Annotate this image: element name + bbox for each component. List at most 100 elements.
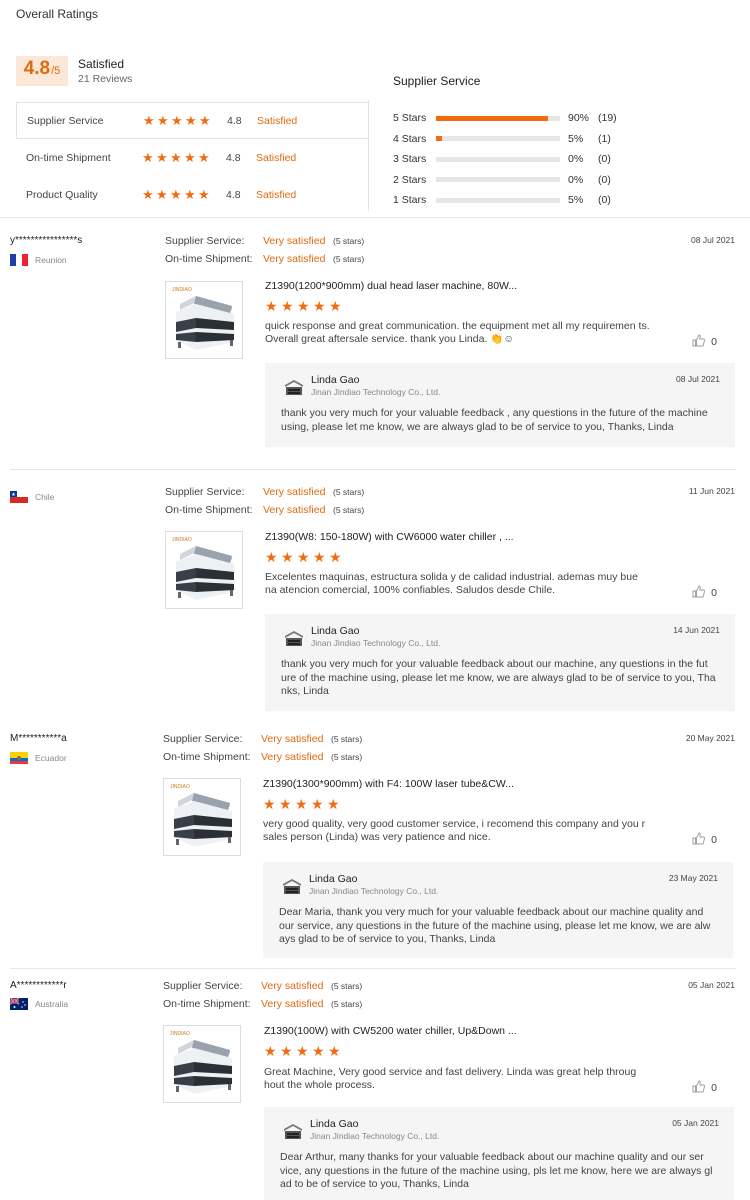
like-button[interactable]: 0 bbox=[692, 585, 717, 601]
flag-icon bbox=[10, 254, 28, 266]
rating-label: Product Quality bbox=[26, 188, 98, 201]
distribution-percent: 90% bbox=[568, 112, 590, 125]
review-item: ★ Chile Supplier Service: Very satisfied (5 … bbox=[0, 469, 750, 719]
rating-label: Supplier Service bbox=[27, 114, 104, 127]
supplier-service-rating: Supplier Service: Very satisfied (5 stars) bbox=[165, 486, 364, 498]
seller-name: Linda Gao bbox=[310, 1118, 359, 1130]
star-icon: ★ bbox=[156, 150, 168, 165]
product-thumbnail[interactable]: JINDIAO bbox=[163, 778, 241, 856]
reviewer-name: M***********a bbox=[10, 733, 67, 744]
meta-stars: (5 stars) bbox=[331, 981, 363, 991]
review-item: y****************s Reunion Supplier Servic… bbox=[0, 218, 750, 470]
supplier-service-title: Supplier Service bbox=[393, 74, 481, 88]
star-icon: ★ bbox=[328, 1043, 341, 1059]
meta-value: Very satisfied bbox=[263, 253, 326, 265]
meta-label: On-time Shipment: bbox=[165, 253, 253, 265]
meta-label: On-time Shipment: bbox=[163, 751, 251, 763]
seller-avatar-icon bbox=[283, 377, 305, 397]
star-icon: ★ bbox=[312, 1043, 325, 1059]
thumbs-up-icon bbox=[692, 334, 706, 350]
review-date: 20 May 2021 bbox=[685, 733, 735, 743]
rating-value: 4.8 bbox=[226, 151, 241, 164]
star-icon: ★ bbox=[198, 187, 210, 202]
overall-score: 4.8 bbox=[23, 58, 51, 79]
ontime-shipment-rating: On-time Shipment: Very satisfied (5 stars) bbox=[163, 998, 362, 1010]
seller-name: Linda Gao bbox=[311, 374, 360, 386]
like-button[interactable]: 0 bbox=[692, 832, 717, 848]
rating-value: 4.8 bbox=[226, 188, 241, 201]
review-date: 08 Jul 2021 bbox=[691, 235, 735, 245]
like-count: 0 bbox=[711, 834, 717, 846]
review-item: A************r Australia Supplier Service:… bbox=[0, 968, 750, 1200]
rating-status: Satisfied bbox=[257, 114, 298, 127]
overall-status: Satisfied bbox=[78, 57, 125, 71]
rating-row-ontime-shipment[interactable]: On-time Shipment ★ ★ ★ ★ ★ 4.8 Satisfied bbox=[16, 139, 368, 176]
star-icon: ★ bbox=[265, 549, 278, 565]
meta-value: Very satisfied bbox=[261, 733, 324, 745]
seller-company: Jinan Jindiao Technology Co., Ltd. bbox=[310, 1131, 440, 1141]
distribution-count: (0) bbox=[598, 153, 611, 166]
star-icon: ★ bbox=[297, 549, 310, 565]
svg-text:JINDIAO: JINDIAO bbox=[172, 287, 192, 293]
ontime-shipment-rating: On-time Shipment: Very satisfied (5 stars) bbox=[163, 751, 362, 763]
star-icon: ★ bbox=[311, 796, 324, 812]
like-count: 0 bbox=[711, 587, 717, 599]
meta-stars: (5 stars) bbox=[331, 734, 363, 744]
product-thumbnail[interactable]: JINDIAO bbox=[163, 1025, 241, 1103]
overall-score-max: /5 bbox=[51, 65, 61, 77]
product-thumbnail[interactable]: JINDIAO bbox=[165, 531, 243, 609]
product-thumbnail[interactable]: JINDIAO bbox=[165, 281, 243, 359]
distribution-bar bbox=[436, 156, 560, 162]
meta-label: Supplier Service: bbox=[163, 980, 243, 992]
distribution-count: (19) bbox=[598, 112, 617, 125]
meta-value: Very satisfied bbox=[263, 486, 326, 498]
star-icon: ★ bbox=[263, 796, 276, 812]
reply-date: 05 Jan 2021 bbox=[672, 1118, 719, 1128]
reviewer-name: y****************s bbox=[10, 235, 83, 246]
seller-avatar-icon bbox=[283, 628, 305, 648]
meta-stars: (5 stars) bbox=[333, 487, 365, 497]
thumbs-up-icon bbox=[692, 832, 706, 848]
star-icon: ★ bbox=[170, 187, 182, 202]
reply-text: Dear Maria, thank you very much for your… bbox=[279, 906, 711, 945]
review-date: 05 Jan 2021 bbox=[688, 980, 735, 990]
reviewer-country: ★ Chile bbox=[10, 491, 54, 503]
rating-row-product-quality[interactable]: Product Quality ★ ★ ★ ★ ★ 4.8 Satisfied bbox=[16, 176, 368, 213]
distribution-count: (0) bbox=[598, 173, 611, 186]
product-title-link[interactable]: Z1390(1300*900mm) with F4: 100W laser tu… bbox=[263, 778, 514, 790]
product-title-link[interactable]: Z1390(1200*900mm) dual head laser machin… bbox=[265, 280, 517, 292]
star-icon: ★ bbox=[170, 150, 182, 165]
meta-stars: (5 stars) bbox=[333, 236, 365, 246]
product-rating-stars: ★ ★ ★ ★ ★ bbox=[263, 797, 342, 812]
product-rating-stars: ★ ★ ★ ★ ★ bbox=[265, 299, 344, 314]
distribution-fill bbox=[436, 136, 443, 142]
distribution-percent: 0% bbox=[568, 153, 584, 166]
distribution-fill bbox=[436, 115, 548, 121]
reviewer-country: Australia bbox=[10, 998, 68, 1010]
distribution-row: 4 Stars 5% (1) bbox=[393, 129, 653, 150]
rating-row-supplier-service[interactable]: Supplier Service ★ ★ ★ ★ ★ 4.8 Satisfied bbox=[16, 102, 368, 139]
thumbs-up-icon bbox=[692, 1080, 706, 1096]
star-icon: ★ bbox=[295, 796, 308, 812]
star-icon: ★ bbox=[329, 549, 342, 565]
rating-stars: ★ ★ ★ ★ ★ bbox=[142, 151, 226, 164]
like-button[interactable]: 0 bbox=[692, 1080, 717, 1096]
meta-stars: (5 stars) bbox=[333, 254, 365, 264]
like-button[interactable]: 0 bbox=[692, 334, 717, 350]
meta-label: Supplier Service: bbox=[165, 235, 245, 247]
product-title-link[interactable]: Z1390(W8: 150-180W) with CW6000 water ch… bbox=[265, 531, 514, 543]
overall-score-badge: 4.8 /5 bbox=[16, 56, 68, 86]
product-title-link[interactable]: Z1390(100W) with CW5200 water chiller, U… bbox=[264, 1025, 517, 1037]
star-icon: ★ bbox=[171, 113, 183, 128]
overall-ratings-title: Overall Ratings bbox=[16, 7, 99, 21]
svg-text:JINDIAO: JINDIAO bbox=[172, 537, 192, 543]
product-rating-stars: ★ ★ ★ ★ ★ bbox=[265, 550, 344, 565]
star-icon: ★ bbox=[157, 113, 169, 128]
star-icon: ★ bbox=[184, 187, 196, 202]
flag-icon bbox=[10, 752, 28, 764]
star-icon: ★ bbox=[313, 549, 326, 565]
star-icon: ★ bbox=[327, 796, 340, 812]
meta-value: Very satisfied bbox=[261, 751, 324, 763]
star-icon: ★ bbox=[184, 150, 196, 165]
panel-divider bbox=[368, 100, 369, 211]
